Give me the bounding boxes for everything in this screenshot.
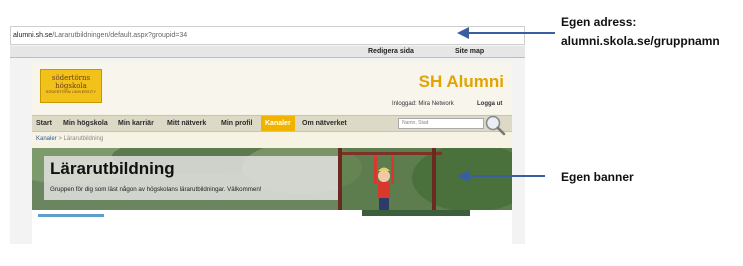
breadcrumb-link-kanaler[interactable]: Kanaler [36, 136, 57, 142]
website-screenshot: alumni.sh.se/Lararutbildningen/default.a… [10, 26, 525, 244]
top-utility-bar: Redigera sida Site map [10, 46, 525, 58]
sidebar-photo [362, 210, 470, 216]
nav-item-kanaler[interactable]: Kanaler [261, 116, 295, 131]
search-input[interactable]: Namn, Stad [398, 118, 484, 129]
logo-line-1: södertörns [51, 74, 91, 82]
banner-arrow-icon [457, 170, 545, 182]
edit-page-link[interactable]: Redigera sida [368, 46, 414, 58]
breadcrumb: Kanaler > Lärarutbildning [36, 136, 103, 142]
breadcrumb-separator: > [56, 136, 64, 142]
banner-textbox: Lärarutbildning Gruppen för dig som läst… [44, 156, 338, 200]
nav-item-min-karriar[interactable]: Min karriär [118, 116, 154, 131]
main-nav: Start Min högskola Min karriär Mitt nätv… [32, 115, 512, 136]
logged-in-text: Inloggad: Mira Network [392, 101, 454, 107]
address-host: alumni.sh.se [13, 32, 53, 39]
site-header: södertörns högskola SÖDERTÖRN UNIVERSITY… [32, 62, 512, 114]
content-tab[interactable] [38, 214, 104, 217]
nav-item-om-natverket[interactable]: Om nätverket [302, 116, 347, 131]
address-bar[interactable]: alumni.sh.se/Lararutbildningen/default.a… [10, 26, 525, 45]
banner-annotation: Egen banner [561, 170, 634, 184]
banner-description: Gruppen för dig som läst någon av högsko… [50, 186, 262, 193]
nav-item-min-hogskola[interactable]: Min högskola [63, 116, 108, 131]
group-banner: Lärarutbildning Gruppen för dig som läst… [32, 148, 512, 210]
breadcrumb-current: Lärarutbildning [63, 136, 104, 142]
banner-title: Lärarutbildning [50, 159, 175, 178]
nav-item-mitt-natverk[interactable]: Mitt nätverk [167, 116, 206, 131]
site-title: SH Alumni [418, 72, 504, 91]
logo-line-3: SÖDERTÖRN UNIVERSITY [45, 90, 97, 94]
university-logo[interactable]: södertörns högskola SÖDERTÖRN UNIVERSITY [40, 69, 102, 103]
search-icon[interactable] [484, 114, 506, 136]
address-arrow-icon [457, 27, 555, 39]
address-annotation-url: alumni.skola.se/gruppnamn [561, 34, 720, 48]
content-area [32, 210, 512, 244]
logout-link[interactable]: Logga ut [477, 101, 502, 107]
site-page: södertörns högskola SÖDERTÖRN UNIVERSITY… [32, 62, 512, 244]
address-annotation-title: Egen adress: [561, 15, 637, 29]
logo-line-2: högskola [55, 82, 87, 90]
site-map-link[interactable]: Site map [455, 46, 484, 58]
nav-item-start[interactable]: Start [36, 116, 52, 131]
nav-item-min-profil[interactable]: Min profil [221, 116, 253, 131]
address-path: /Lararutbildningen/default.aspx?groupid=… [52, 32, 188, 39]
